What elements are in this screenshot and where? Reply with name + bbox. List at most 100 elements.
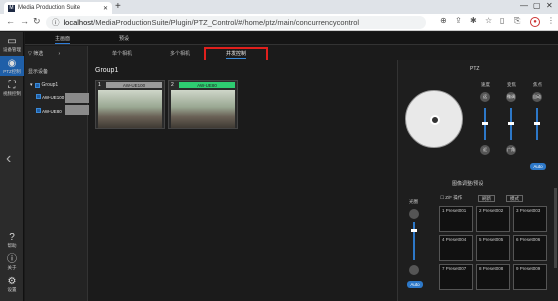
ptz-title: PTZ xyxy=(470,66,480,72)
profile-avatar[interactable]: ● xyxy=(530,17,540,27)
group-checkbox[interactable] xyxy=(34,82,40,88)
wide-button[interactable]: 广角 xyxy=(506,145,516,155)
sidebar-item-device[interactable]: ▭ 设备管理 xyxy=(0,36,24,54)
auto-focus-button[interactable]: 自动 xyxy=(532,92,542,102)
camera-number: 2 xyxy=(171,82,174,88)
refresh-button[interactable]: 刷新 xyxy=(478,195,495,202)
reload-icon[interactable]: ↻ xyxy=(33,16,41,27)
joystick[interactable] xyxy=(405,90,463,148)
iris-label: 光圈 xyxy=(409,199,418,204)
close-tab-icon[interactable]: ✕ xyxy=(103,5,108,12)
collapse-arrow-icon[interactable]: ‹ xyxy=(6,150,11,168)
joystick-handle[interactable] xyxy=(430,115,440,125)
sidebar-item-video[interactable]: ⛶ 视频控制 xyxy=(0,80,24,98)
top-nav: 主画面 预设 xyxy=(25,32,558,45)
tab-search-icon[interactable]: ⎘ xyxy=(514,16,520,26)
back-icon[interactable]: ← xyxy=(6,16,15,26)
device-section-label: 显示设备 xyxy=(28,69,49,75)
iris-down-button[interactable] xyxy=(409,265,419,275)
mode-button[interactable]: 模式 xyxy=(506,195,523,202)
camera-name: AW-UE100 xyxy=(106,82,162,88)
tab-preset[interactable]: 预设 xyxy=(119,35,129,42)
preset-button[interactable]: 4 Preset004 xyxy=(439,235,473,261)
iris-slider[interactable] xyxy=(413,222,415,260)
device-panel: ▽ 筛选 › 显示设备 ▾ Group1 AW-UE100 AW-UE80 xyxy=(25,46,105,301)
preset-section-title: 图像调整/预设 xyxy=(452,181,484,187)
extensions-icon[interactable]: ✱ xyxy=(470,16,477,25)
iris-auto-button[interactable]: Auto xyxy=(407,281,423,288)
preset-scrollbar[interactable] xyxy=(554,188,557,268)
fine-button[interactable]: 微调 xyxy=(506,92,516,102)
camera-tile[interactable]: 1 AW-UE100 xyxy=(95,80,165,129)
camera-number: 1 xyxy=(98,82,101,88)
far-button[interactable]: 远 xyxy=(480,92,490,102)
tab-multi-camera[interactable]: 多个相机 xyxy=(170,50,190,57)
close-window-icon[interactable]: ✕ xyxy=(546,1,553,10)
filter-label[interactable]: ▽ 筛选 › xyxy=(28,50,60,57)
preset-button[interactable]: 3 Preset003 xyxy=(513,206,547,232)
preset-button[interactable]: 1 Preset001 xyxy=(439,206,473,232)
bookmark-icon[interactable]: ☆ xyxy=(485,16,492,25)
info-icon: ⓘ xyxy=(52,18,60,27)
preset-button[interactable]: 6 Preset006 xyxy=(513,235,547,261)
zoom-icon[interactable]: ⊕ xyxy=(440,16,447,25)
camera-preview xyxy=(171,90,235,128)
sidebar-item-label: PTZ控制 xyxy=(3,69,21,74)
preset-button[interactable]: 9 Preset009 xyxy=(513,264,547,290)
tab-main[interactable]: 主画面 xyxy=(55,35,71,44)
camera-preview xyxy=(98,90,162,128)
maximize-icon[interactable]: ▢ xyxy=(533,1,541,10)
preset-button[interactable]: 7 Preset007 xyxy=(439,264,473,290)
help-icon: ? xyxy=(9,232,15,243)
zoom-label: 变焦 xyxy=(507,82,516,87)
gear-icon: ⚙ xyxy=(7,276,17,287)
app-sidebar: ▭ 设备管理 ◉ PTZ控制 ⛶ 视频控制 ? 帮助 ⓘ 关于 ⚙ 设置 xyxy=(0,32,24,301)
sidebar-item-about[interactable]: ⓘ 关于 xyxy=(0,254,24,272)
tab-single-camera[interactable]: 单个相机 xyxy=(112,50,132,57)
preset-button[interactable]: 8 Preset008 xyxy=(476,264,510,290)
camera-name: AW-UE80 xyxy=(179,82,235,88)
near-button[interactable]: 近 xyxy=(480,145,490,155)
sidebar-item-label: 设备管理 xyxy=(3,47,21,52)
share-icon[interactable]: ⇪ xyxy=(455,16,462,25)
focus-slider-thumb[interactable] xyxy=(534,122,540,125)
minimize-icon[interactable]: — xyxy=(520,1,528,10)
preset-button[interactable]: 2 Preset002 xyxy=(476,206,510,232)
sidebar-item-label: 关于 xyxy=(7,265,17,270)
url-host: localhost xyxy=(63,18,94,27)
group-title: Group1 xyxy=(95,67,119,74)
video-icon: ⛶ xyxy=(8,80,16,91)
sidebar-item-label: 设置 xyxy=(7,287,17,292)
iris-up-button[interactable] xyxy=(409,209,419,219)
sidebar-item-label: 帮助 xyxy=(7,243,17,248)
forward-icon[interactable]: → xyxy=(20,16,29,26)
browser-tab[interactable]: M Media Production Suite ✕ xyxy=(4,2,112,14)
monitor-icon: ▭ xyxy=(7,36,17,47)
device-item[interactable]: AW-UE100 xyxy=(36,94,64,100)
group-row[interactable]: ▾ Group1 xyxy=(30,82,58,88)
device-checkbox[interactable] xyxy=(36,108,41,113)
camera-tile[interactable]: 2 AW-UE80 xyxy=(168,80,238,129)
group-label: Group1 xyxy=(41,82,59,88)
auto-button[interactable]: Auto xyxy=(530,163,546,170)
speed-slider-thumb[interactable] xyxy=(482,122,488,125)
iris-slider-thumb[interactable] xyxy=(411,229,417,232)
sidebar-item-ptz[interactable]: ◉ PTZ控制 xyxy=(0,56,24,76)
menu-icon[interactable]: ⋮ xyxy=(547,16,555,25)
device-checkbox[interactable] xyxy=(36,94,41,99)
camera-user-icon: ◉ xyxy=(7,58,17,69)
zf-mode-label[interactable]: ☐ Z/F 操作 xyxy=(440,195,462,201)
info-icon: ⓘ xyxy=(7,254,17,265)
chevron-down-icon: ▾ xyxy=(30,82,33,88)
sidebar-item-settings[interactable]: ⚙ 设置 xyxy=(0,276,24,294)
new-tab-icon[interactable]: + xyxy=(115,1,121,12)
favicon-icon: M xyxy=(8,4,15,12)
device-item[interactable]: AW-UE80 xyxy=(36,108,62,114)
sidebar-icon[interactable]: ▯ xyxy=(500,16,504,25)
preset-button[interactable]: 5 Preset005 xyxy=(476,235,510,261)
tab-title: Media Production Suite xyxy=(18,5,81,11)
focus-label: 焦点 xyxy=(533,82,542,87)
sidebar-item-help[interactable]: ? 帮助 xyxy=(0,232,24,250)
zoom-slider-thumb[interactable] xyxy=(508,122,514,125)
url-input[interactable]: ⓘ localhost/MediaProductionSuite/Plugin/… xyxy=(46,16,426,29)
